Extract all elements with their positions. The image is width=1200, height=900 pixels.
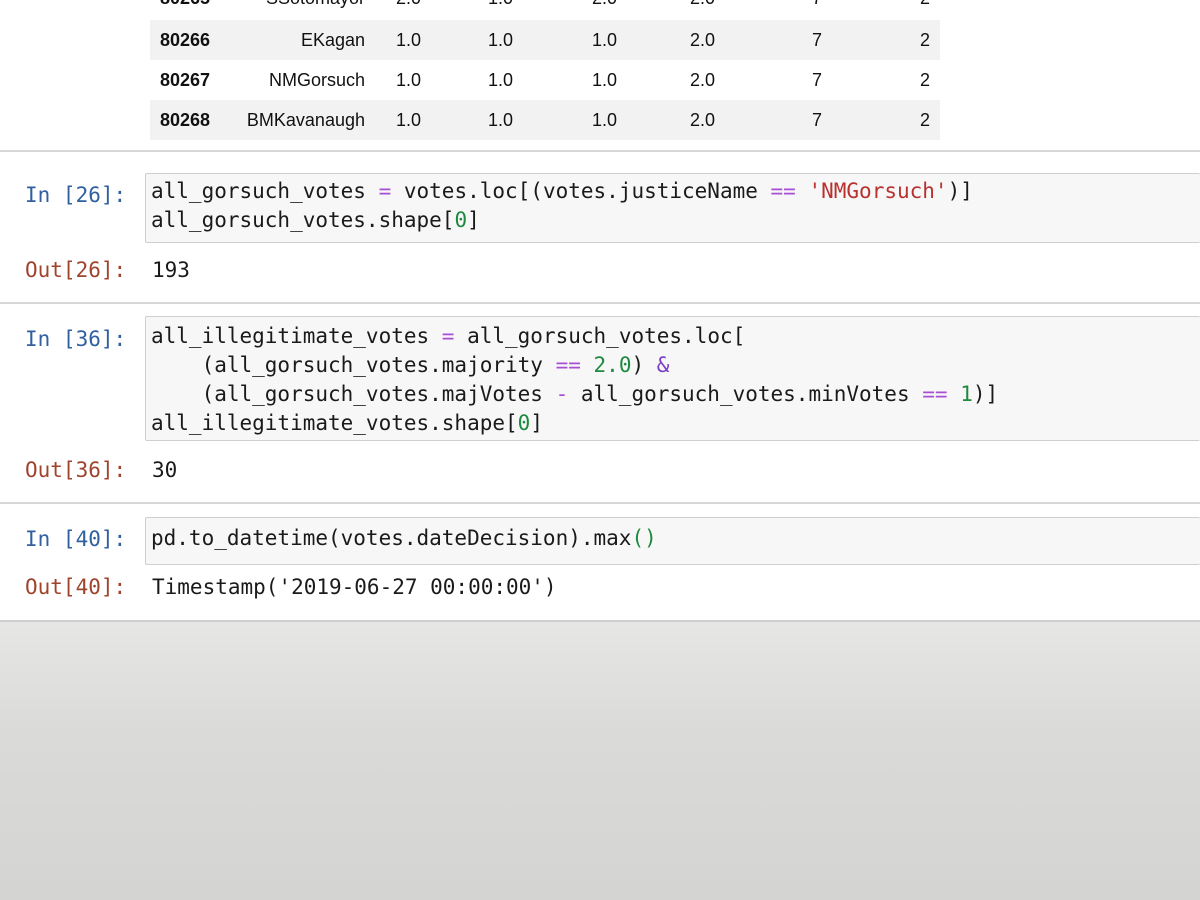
code-token: )] [972, 382, 999, 406]
table-cell: 1.0 [488, 70, 514, 90]
code-token: (all_gorsuch_votes.majVotes [151, 382, 556, 406]
string-token: 'NMGorsuch' [808, 179, 948, 203]
table-cell: 1.0 [396, 110, 422, 130]
code-token: ) [631, 353, 657, 377]
operator-token: == [922, 382, 948, 406]
code-token: votes.loc[(votes.justiceName [391, 179, 771, 203]
number-token: 0 [517, 411, 531, 435]
input-prompt: In [40]: [25, 527, 127, 551]
row-index: 80266 [160, 30, 211, 50]
table-cell: 1.0 [396, 30, 422, 50]
code-token: pd.to_datetime(votes.dateDecision).max [151, 526, 632, 550]
code-editor[interactable]: all_gorsuch_votes = votes.loc[(votes.jus… [151, 177, 973, 235]
code-token: all_gorsuch_votes [151, 179, 379, 203]
table-cell: 2.0 [690, 110, 716, 130]
code-token: all_gorsuch_votes.loc[ [454, 324, 746, 348]
number-token: 1 [960, 382, 973, 406]
code-token: ] [530, 411, 543, 435]
table-cell: 2.0 [690, 0, 715, 9]
table-cell: 1.0 [396, 70, 422, 90]
justice-name-cell: SSotomayor [266, 0, 365, 9]
table-cell: 2 [920, 70, 931, 90]
operator-token: == [770, 179, 796, 203]
table-cell: 2 [920, 110, 931, 130]
justice-name-cell: NMGorsuch [268, 70, 365, 90]
number-token: 2.0 [593, 353, 632, 377]
cell-output: 30 [152, 458, 178, 482]
output-prompt: Out[26]: [25, 258, 127, 282]
code-token: )] [947, 179, 973, 203]
input-prompt: In [36]: [25, 327, 127, 351]
code-token: all_illegitimate_votes.shape[ [151, 411, 518, 435]
row-index: 80267 [160, 70, 211, 90]
operator-token: - [555, 382, 569, 406]
table-row: 80266 EKagan 1.0 1.0 1.0 2.0 7 2 [150, 20, 940, 60]
table-cell: 2.0 [592, 0, 617, 9]
operator-token: & [656, 353, 670, 377]
code-editor[interactable]: pd.to_datetime(votes.dateDecision).max() [151, 524, 657, 553]
code-token: all_gorsuch_votes.shape[ [151, 208, 455, 232]
operator-token: = [378, 179, 392, 203]
output-prompt: Out[36]: [25, 458, 127, 482]
table-cell: 2 [920, 0, 930, 9]
notebook-page: 80265 SSotomayor 2.0 1.0 2.0 2.0 7 2 802… [0, 0, 1200, 623]
row-index: 80268 [160, 110, 211, 130]
cell-divider [0, 150, 1200, 152]
table-cell: 7 [812, 110, 823, 130]
notebook-background [0, 622, 1200, 900]
table-row: 80267 NMGorsuch 1.0 1.0 1.0 2.0 7 2 [150, 60, 940, 100]
row-index: 80265 [160, 0, 210, 9]
table-cell: 1.0 [488, 30, 514, 50]
table-cell: 2.0 [396, 0, 421, 9]
table-row: 80265 SSotomayor 2.0 1.0 2.0 2.0 7 2 [150, 0, 940, 18]
output-prompt: Out[40]: [25, 575, 127, 599]
table-cell: 7 [812, 0, 822, 9]
operator-token: == [555, 353, 581, 377]
input-prompt: In [26]: [25, 183, 127, 207]
table-row: 80268 BMKavanaugh 1.0 1.0 1.0 2.0 7 2 [150, 100, 940, 140]
table-cell: 2 [920, 30, 931, 50]
table-cell: 2.0 [690, 30, 716, 50]
cell-output: 193 [152, 258, 190, 282]
justice-name-cell: BMKavanaugh [246, 110, 365, 130]
operator-token: = [441, 324, 455, 348]
cell-divider [0, 302, 1200, 304]
table-cell: 1.0 [488, 110, 514, 130]
code-token: (all_gorsuch_votes.majority [151, 353, 556, 377]
table-cell: 7 [812, 30, 823, 50]
code-token: all_illegitimate_votes [151, 324, 442, 348]
dataframe-output: 80265 SSotomayor 2.0 1.0 2.0 2.0 7 2 802… [150, 0, 940, 140]
number-token: 0 [454, 208, 468, 232]
table-cell: 7 [812, 70, 823, 90]
code-token: ] [467, 208, 480, 232]
paren-token: () [631, 526, 657, 550]
cell-output: Timestamp('2019-06-27 00:00:00') [152, 575, 557, 599]
justice-name-cell: EKagan [300, 30, 365, 50]
table-cell: 1.0 [488, 0, 513, 9]
code-editor[interactable]: all_illegitimate_votes = all_gorsuch_vot… [151, 322, 998, 438]
cell-divider [0, 502, 1200, 504]
table-cell: 1.0 [592, 70, 618, 90]
table-cell: 1.0 [592, 110, 618, 130]
code-token: all_gorsuch_votes.minVotes [568, 382, 923, 406]
table-cell: 1.0 [592, 30, 618, 50]
table-cell: 2.0 [690, 70, 716, 90]
